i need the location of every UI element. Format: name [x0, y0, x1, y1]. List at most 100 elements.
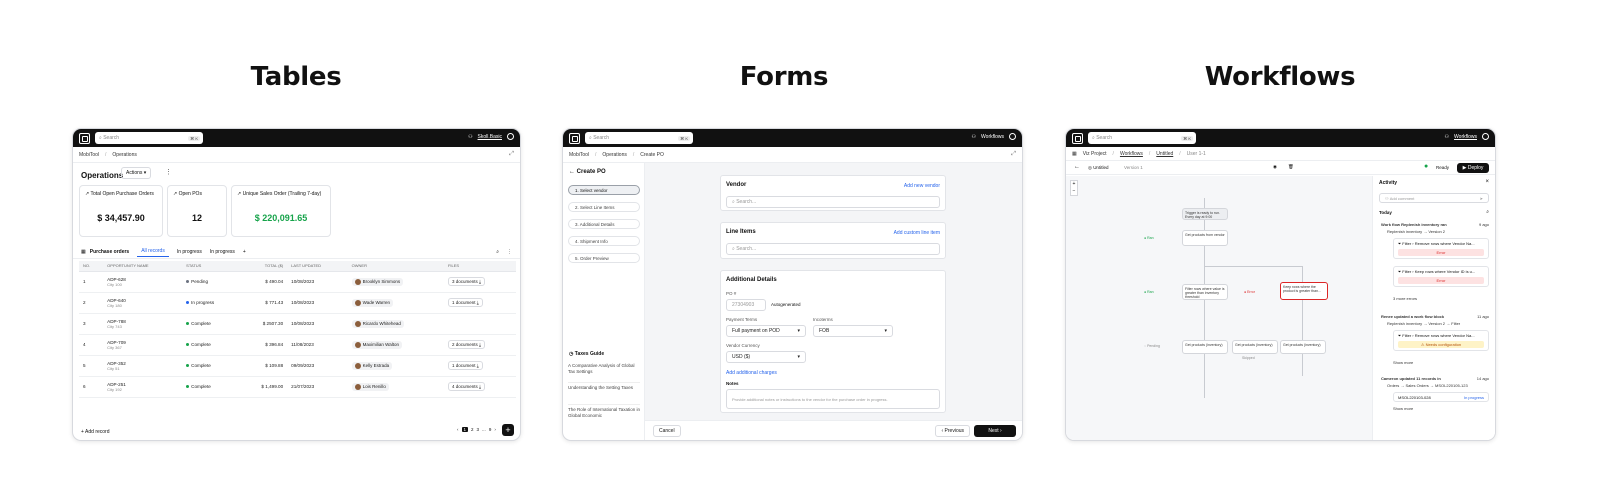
page-button[interactable]: 3 [477, 427, 480, 432]
app-logo-icon[interactable] [79, 132, 90, 144]
workflow-canvas[interactable]: + − Trigger is ready to run. Every day at… [1066, 176, 1372, 440]
tab-all-records[interactable]: All records [137, 246, 169, 257]
back-arrow-icon[interactable]: ← [1074, 164, 1080, 170]
files-button[interactable]: 3 documents ⤓ [447, 277, 486, 286]
actions-dropdown[interactable]: Actions ▾ [121, 167, 152, 179]
user-link[interactable]: Workflows [981, 134, 1004, 140]
step-shipment-info[interactable]: 4. Shipment Info [568, 236, 640, 246]
owner-pill[interactable]: Kelly Estrada [351, 361, 393, 370]
back-title[interactable]: ← Create PO [569, 169, 606, 175]
step-select-line-items[interactable]: 2. Select Line Items [568, 202, 640, 212]
breadcrumb-item[interactable]: Operations [112, 152, 136, 158]
search-icon[interactable]: ⌕ [496, 249, 499, 255]
currency-select[interactable]: USD ($) ▾ [726, 351, 806, 363]
app-logo-icon[interactable] [1072, 132, 1083, 144]
table-row[interactable]: 5 ADP-352 City 51 Complete $ 109.88 09/09/202… [79, 355, 516, 377]
help-icon[interactable] [1009, 133, 1016, 140]
search-input[interactable]: ⌕ Search ⌘ K [95, 132, 203, 144]
add-line-item-link[interactable]: Add custom line item [894, 230, 940, 236]
files-button[interactable]: 1 document ⤓ [447, 361, 483, 370]
filter-card[interactable]: ⏷ Filter › Keep rows where Vendor ID is … [1393, 266, 1489, 287]
breadcrumb-item[interactable]: User 1-1 [1187, 151, 1206, 157]
breadcrumb-item[interactable]: Create PO [640, 152, 664, 158]
step-select-vendor[interactable]: 1. Select vendor [568, 185, 640, 195]
column-header[interactable]: FILES [443, 261, 516, 272]
add-tab-icon[interactable]: + [243, 249, 246, 255]
column-header[interactable]: TOTAL ($) [239, 261, 288, 272]
files-button[interactable]: 1 document ⤓ [447, 298, 483, 307]
add-record-button[interactable]: + Add record [81, 429, 110, 435]
owner-pill[interactable]: Ricardo Whitehead [351, 319, 404, 328]
user-link[interactable]: Skoll.Basic [478, 134, 502, 140]
vendor-search-input[interactable]: ⌕ Search... [726, 196, 940, 208]
workflow-node[interactable]: Get products from vendor [1182, 230, 1228, 246]
breadcrumb-item[interactable]: MobiTool [79, 152, 99, 158]
error-node[interactable]: Keep rows where the product is greater t… [1280, 282, 1328, 300]
breadcrumb-item[interactable]: Workflows [1120, 151, 1143, 157]
column-header[interactable]: OWNER [347, 261, 444, 272]
table-row[interactable]: 2 ADP-640 City 180 In progress $ 771.43 10/08… [79, 292, 516, 314]
files-button[interactable]: 2 documents ⤓ [447, 340, 486, 349]
incoterms-select[interactable]: FOB ▾ [813, 325, 893, 337]
show-more-link[interactable]: 3 more errors [1393, 296, 1417, 301]
table-row[interactable]: 1 ADP-628 City 100 Pending $ 490.04 10/08/202… [79, 271, 516, 293]
column-header[interactable]: STATUS [182, 261, 240, 272]
tab-in-progress[interactable]: In progress [210, 249, 235, 255]
guide-link[interactable]: Understanding the Setting Taxes [568, 385, 640, 405]
workflow-name[interactable]: ◎ Untitled [1088, 165, 1108, 171]
line-items-search-input[interactable]: ⌕ Search... [726, 243, 940, 255]
comment-input[interactable]: ⚇ Add comment ➤ [1379, 193, 1489, 203]
expand-icon[interactable]: ⤢ [1011, 151, 1016, 158]
table-row[interactable]: 4 ADP-709 City 367 Complete $ 396.84 11/08/20… [79, 334, 516, 356]
more-icon[interactable]: ⋮ [165, 168, 172, 176]
tab-in-progress[interactable]: In progress [177, 249, 202, 255]
next-button[interactable]: Next › [974, 425, 1016, 437]
add-vendor-link[interactable]: Add new vendor [904, 183, 940, 189]
help-icon[interactable] [1482, 133, 1489, 140]
owner-pill[interactable]: Maximilian Walton [351, 340, 402, 349]
show-more-link[interactable]: Show more [1393, 360, 1413, 365]
trash-icon[interactable]: 🗑 [1288, 164, 1294, 170]
breadcrumb-item[interactable]: Untitled [1156, 151, 1173, 157]
trigger-node[interactable]: Trigger is ready to run. Every day at 9:… [1182, 208, 1228, 220]
help-icon[interactable] [507, 133, 514, 140]
files-button[interactable]: 4 documents ⤓ [447, 382, 486, 391]
step-additional-details[interactable]: 3. Additional Details [568, 219, 640, 229]
page-button[interactable]: 2 [471, 427, 474, 432]
next-page-icon[interactable]: › [494, 427, 496, 432]
guide-link[interactable]: A Comparative Analysis of Global Tax Set… [568, 363, 640, 383]
filter-card[interactable]: ⏷ Filter › Remove rows where Vendor Na..… [1393, 330, 1489, 351]
table-row[interactable]: 6 ADP-251 City 192 Complete $ 1,499.00 21/07/… [79, 376, 516, 398]
workflow-node[interactable]: Filter rows where value is greater than … [1182, 284, 1228, 300]
show-more-link[interactable]: Show more [1393, 406, 1413, 411]
add-fab-button[interactable]: + [502, 424, 514, 436]
workflow-node[interactable]: Get products (inventory) [1182, 340, 1228, 354]
page-button[interactable]: 1 [461, 427, 469, 432]
column-header[interactable]: OPPORTUNITY NAME [103, 261, 183, 272]
owner-pill[interactable]: Wade Warren [351, 298, 394, 307]
table-row[interactable]: 3 ADP-788 City 743 Complete $ 2507.30 10/08/2… [79, 313, 516, 335]
user-link[interactable]: Workflows [1454, 134, 1477, 140]
search-input[interactable]: ⌕ Search ⌘ K [1088, 132, 1196, 144]
column-header[interactable]: NO. [79, 261, 104, 272]
breadcrumb-item[interactable]: MobiTool [569, 152, 589, 158]
breadcrumb-item[interactable]: Operations [602, 152, 626, 158]
app-logo-icon[interactable] [569, 132, 580, 144]
owner-pill[interactable]: Brooklyn Simmons [351, 277, 404, 286]
previous-button[interactable]: ‹ Previous [935, 425, 970, 437]
add-charges-link[interactable]: Add additional charges [726, 370, 777, 376]
prev-page-icon[interactable]: ‹ [457, 427, 459, 432]
workflow-node[interactable]: Get products (inventory) [1280, 340, 1326, 354]
breadcrumb-item[interactable]: Viz Project [1083, 151, 1107, 157]
payment-terms-select[interactable]: Full payment on POD ▾ [726, 325, 806, 337]
po-input[interactable]: 27304903 [726, 299, 766, 311]
column-header[interactable]: LAST UPDATED [287, 261, 348, 272]
cancel-button[interactable]: Cancel [653, 425, 681, 437]
search-input[interactable]: ⌕ Search ⌘ K [585, 132, 693, 144]
expand-icon[interactable]: ⤢ [509, 151, 514, 158]
send-icon[interactable]: ➤ [1480, 196, 1483, 201]
search-icon[interactable]: ⌕ [1486, 209, 1489, 215]
filter-card[interactable]: ⏷ Filter › Remove rows where Vendor Na..… [1393, 238, 1489, 259]
close-icon[interactable]: × [1485, 179, 1489, 185]
notes-textarea[interactable]: Provide additional notes or instructions… [726, 389, 940, 409]
